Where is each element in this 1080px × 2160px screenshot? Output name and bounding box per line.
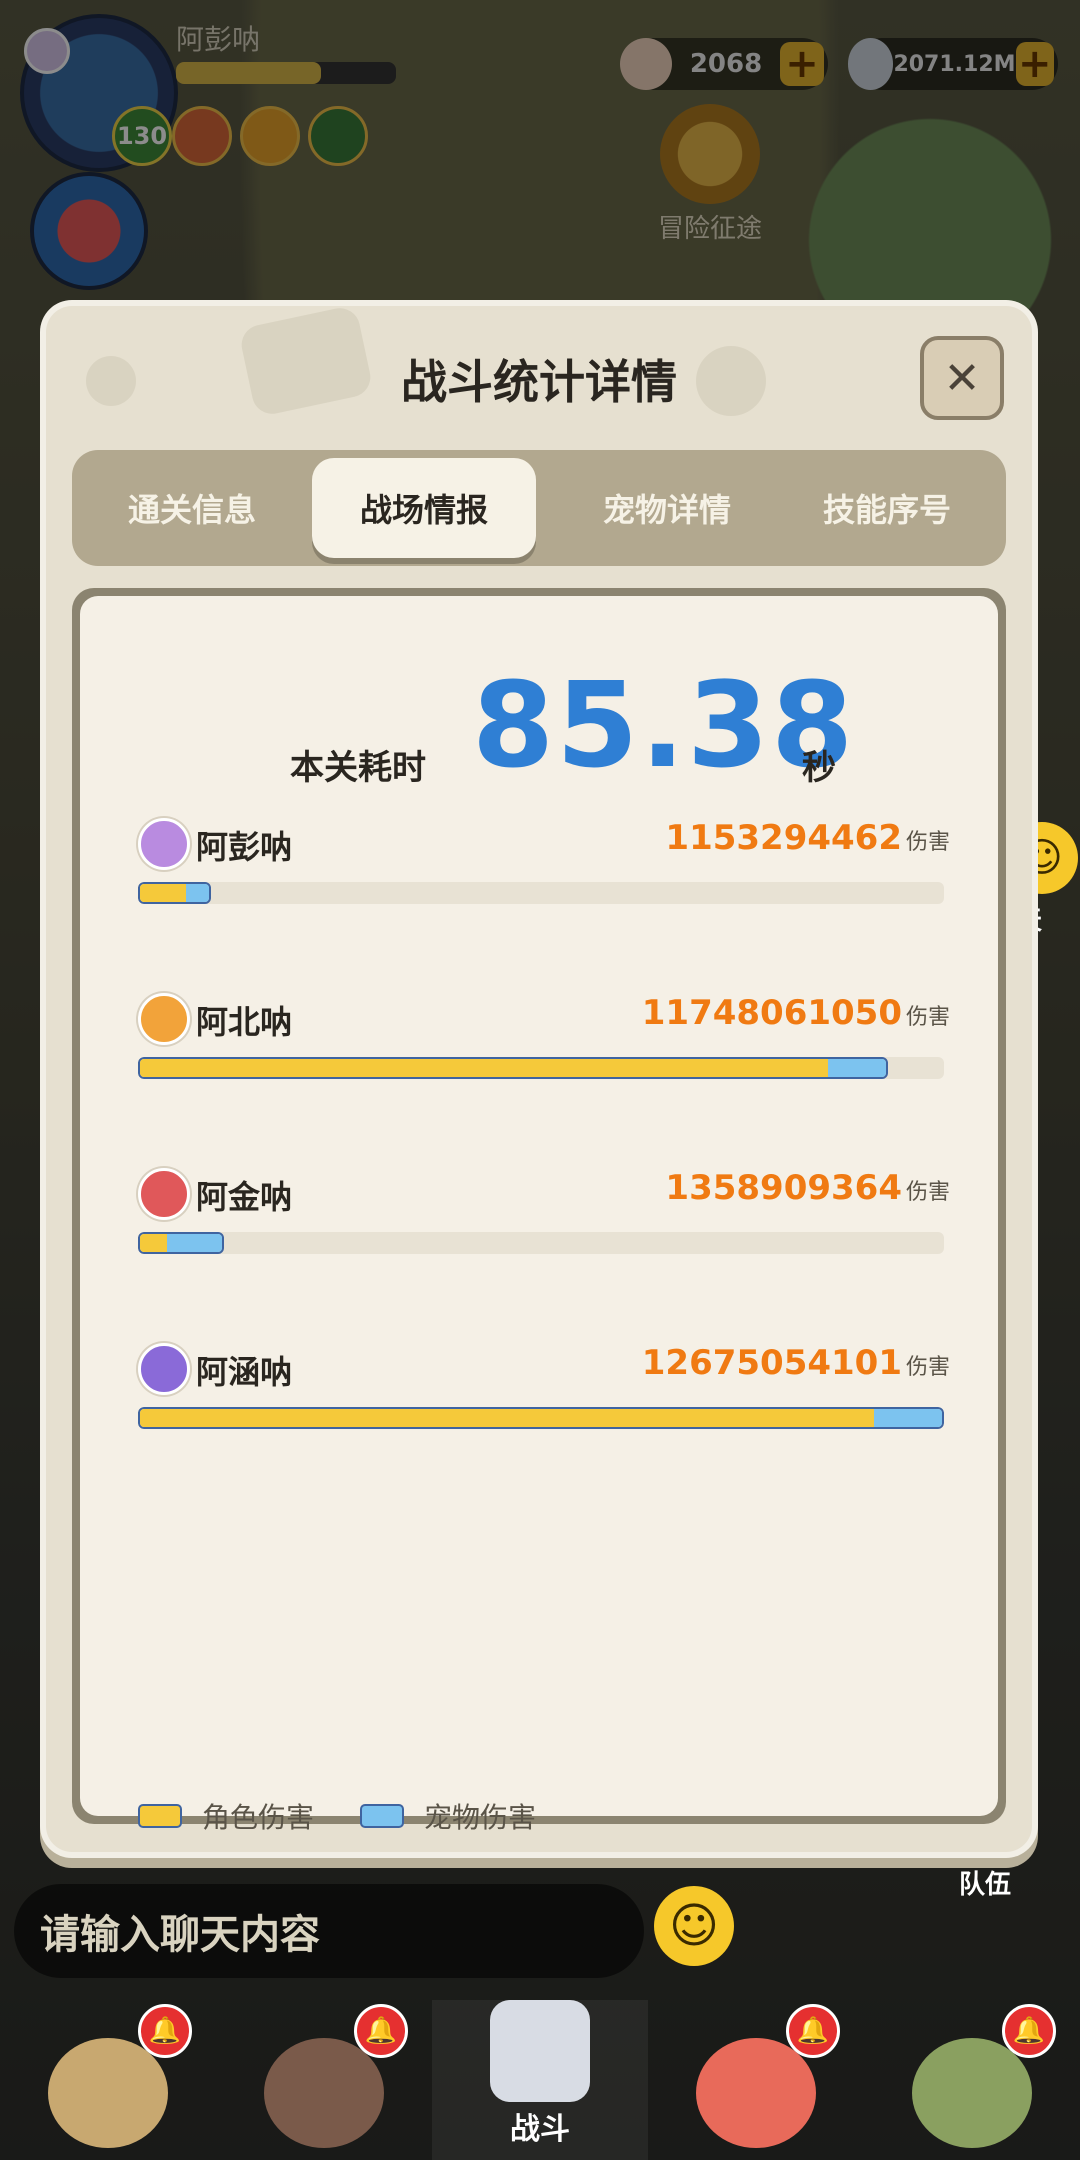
nav-battle-label: 战斗: [510, 2112, 570, 2147]
bell-icon: 🔔: [786, 2004, 840, 2058]
bottom-nav: 🔔 🔔 战斗 🔔 🔔: [0, 2000, 1080, 2160]
damage-bar-track: [138, 1232, 944, 1254]
hero-portrait-icon: [48, 2038, 168, 2148]
clear-time-label: 本关耗时: [290, 748, 426, 788]
player-damage: 11748061050 伤害: [642, 993, 950, 1033]
player-damage-value: 1358909364: [665, 1168, 902, 1208]
role-damage-segment: [140, 1234, 167, 1252]
role-damage-segment: [140, 1059, 828, 1077]
clear-time-unit: 秒: [802, 748, 836, 788]
tab-label: 技能序号: [822, 491, 951, 529]
clear-time-value: 85.38: [472, 656, 856, 794]
damage-bar-track: [138, 882, 944, 904]
player-class-icon: [138, 993, 190, 1045]
tab-label: 通关信息: [127, 491, 256, 529]
damage-bar: [138, 882, 211, 904]
player-name-label: 阿金呐: [196, 1178, 293, 1216]
guild-portrait-icon: [912, 2038, 1032, 2148]
close-icon: ✕: [943, 352, 981, 404]
bell-icon: 🔔: [1002, 2004, 1056, 2058]
player-damage-value: 12675054101: [641, 1343, 902, 1383]
damage-unit: 伤害: [905, 1005, 950, 1030]
chat-input[interactable]: 请输入聊天内容: [14, 1884, 644, 1978]
player-class-icon: [138, 818, 190, 870]
nav-item-hero-2[interactable]: 🔔: [216, 2000, 432, 2160]
sword-icon: [490, 2000, 590, 2102]
chat-input-placeholder: 请输入聊天内容: [40, 1912, 320, 1958]
legend-pet-damage: 宠物伤害: [424, 1801, 537, 1834]
pet-damage-segment: [167, 1234, 222, 1252]
bell-icon: 🔔: [354, 2004, 408, 2058]
player-damage: 1358909364 伤害: [665, 1168, 950, 1208]
damage-bar-track: [138, 1407, 944, 1429]
emoji-button[interactable]: ☺: [654, 1886, 734, 1966]
bell-icon: 🔔: [138, 2004, 192, 2058]
player-name-label: 阿涵呐: [196, 1353, 293, 1391]
role-damage-segment: [140, 1409, 874, 1427]
nav-item-pet[interactable]: 🔔: [648, 2000, 864, 2160]
player-damage-row: 阿金呐 1358909364 伤害: [138, 1168, 950, 1268]
player-name-label: 阿北呐: [196, 1003, 293, 1041]
damage-bar: [138, 1232, 224, 1254]
tab-clear-info[interactable]: 通关信息: [72, 450, 312, 566]
tab-label: 宠物详情: [602, 491, 731, 529]
player-damage-row: 阿北呐 11748061050 伤害: [138, 993, 950, 1093]
damage-bar-track: [138, 1057, 944, 1079]
tab-battlefield-intel[interactable]: 战场情报: [312, 458, 536, 558]
stats-panel: 本关耗时 85.38 秒 阿彭呐 1153294462 伤害 阿北呐 117480610…: [72, 588, 1006, 1834]
player-class-icon: [138, 1168, 190, 1220]
nav-item-hero-1[interactable]: 🔔: [0, 2000, 216, 2160]
pet-portrait-icon: [696, 2038, 816, 2148]
tab-skill-order[interactable]: 技能序号: [772, 450, 1002, 566]
player-damage-value: 1153294462: [665, 818, 902, 858]
close-button[interactable]: ✕: [920, 336, 1004, 420]
player-damage: 1153294462 伤害: [665, 818, 950, 858]
player-damage-row: 阿涵呐 12675054101 伤害: [138, 1343, 950, 1443]
damage-bar: [138, 1407, 944, 1429]
tab-pet-details[interactable]: 宠物详情: [552, 450, 782, 566]
role-damage-segment: [140, 884, 186, 902]
clear-time: 本关耗时 85.38 秒: [80, 656, 998, 796]
player-class-icon: [138, 1343, 190, 1395]
tab-label: 战场情报: [359, 491, 488, 529]
pet-damage-segment: [186, 884, 209, 902]
hero-portrait-icon: [264, 2038, 384, 2148]
team-label: 队伍: [958, 1870, 1011, 1900]
player-damage-row: 阿彭呐 1153294462 伤害: [138, 818, 950, 918]
legend: 角色伤害 宠物伤害: [138, 1796, 582, 1836]
role-damage-swatch: [138, 1804, 182, 1828]
nav-item-battle[interactable]: 战斗: [432, 2000, 648, 2160]
player-name-label: 阿彭呐: [196, 828, 293, 866]
battle-stats-modal: 战斗统计详情 ✕ 通关信息 战场情报 宠物详情 技能序号 本关耗时 85.38 …: [46, 304, 1032, 1852]
legend-role-damage: 角色伤害: [202, 1801, 315, 1834]
nav-item-guild[interactable]: 🔔: [864, 2000, 1080, 2160]
modal-title: 战斗统计详情: [401, 355, 677, 409]
damage-unit: 伤害: [905, 830, 950, 855]
tab-bar: 通关信息 战场情报 宠物详情 技能序号: [72, 450, 1006, 566]
pet-damage-segment: [828, 1059, 886, 1077]
damage-bar: [138, 1057, 888, 1079]
damage-unit: 伤害: [905, 1180, 950, 1205]
pet-damage-swatch: [360, 1804, 405, 1828]
stats-panel-content[interactable]: 本关耗时 85.38 秒 阿彭呐 1153294462 伤害 阿北呐 117480610…: [80, 596, 998, 1834]
pet-damage-segment: [874, 1409, 942, 1427]
player-damage-value: 11748061050: [641, 993, 902, 1033]
damage-unit: 伤害: [905, 1355, 950, 1380]
player-damage: 12675054101 伤害: [642, 1343, 950, 1383]
